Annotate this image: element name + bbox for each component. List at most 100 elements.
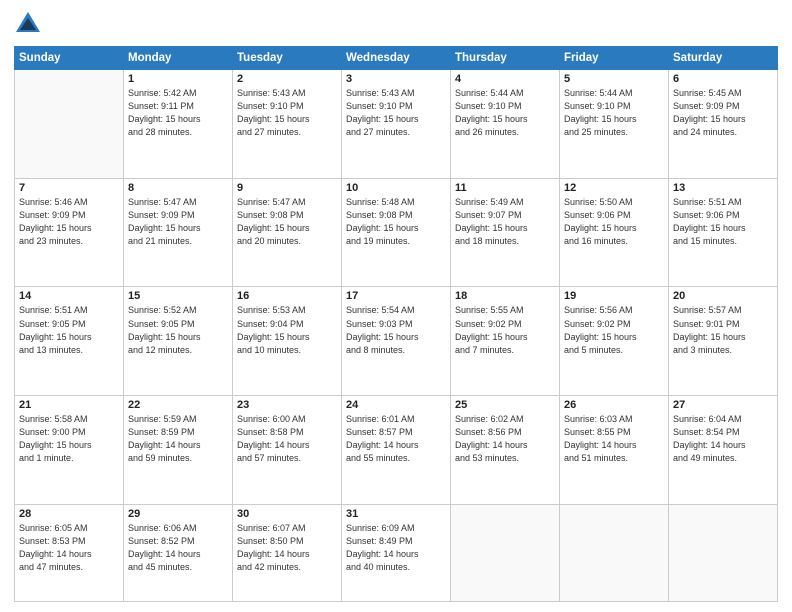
header-wednesday: Wednesday <box>342 47 451 70</box>
calendar-cell: 12 Sunrise: 5:50 AM Sunset: 9:06 PM Dayli… <box>560 178 669 287</box>
calendar-cell: 10Sunrise: 5:48 AM Sunset: 9:08 PM Dayli… <box>342 178 451 287</box>
day-number: 19 <box>564 290 664 302</box>
day-number: 1 <box>128 73 228 85</box>
calendar-cell <box>451 504 560 601</box>
calendar-cell: 4Sunrise: 5:44 AM Sunset: 9:10 PM Daylig… <box>451 70 560 179</box>
day-info: Sunrise: 5:57 AM Sunset: 9:01 PM Dayligh… <box>673 304 773 356</box>
calendar-cell: 19 Sunrise: 5:56 AM Sunset: 9:02 PM Dayli… <box>560 287 669 396</box>
day-info: Sunrise: 6:00 AM Sunset: 8:58 PM Dayligh… <box>237 413 337 465</box>
calendar-cell <box>669 504 778 601</box>
day-number: 17 <box>346 290 446 302</box>
calendar-cell: 11Sunrise: 5:49 AM Sunset: 9:07 PM Dayli… <box>451 178 560 287</box>
header-monday: Monday <box>124 47 233 70</box>
calendar-cell: 24 Sunrise: 6:01 AM Sunset: 8:57 PM Dayli… <box>342 396 451 505</box>
calendar-cell: 2 Sunrise: 5:43 AM Sunset: 9:10 PM Daylig… <box>233 70 342 179</box>
calendar-cell: 7 Sunrise: 5:46 AM Sunset: 9:09 PM Daylig… <box>15 178 124 287</box>
calendar-cell: 9 Sunrise: 5:47 AM Sunset: 9:08 PM Daylig… <box>233 178 342 287</box>
day-number: 9 <box>237 182 337 194</box>
calendar-cell: 28 Sunrise: 6:05 AM Sunset: 8:53 PM Dayli… <box>15 504 124 601</box>
calendar-cell: 14Sunrise: 5:51 AM Sunset: 9:05 PM Dayli… <box>15 287 124 396</box>
header-saturday: Saturday <box>669 47 778 70</box>
day-info: Sunrise: 5:47 AM Sunset: 9:09 PM Dayligh… <box>128 196 228 248</box>
day-number: 2 <box>237 73 337 85</box>
day-info: Sunrise: 6:04 AM Sunset: 8:54 PM Dayligh… <box>673 413 773 465</box>
day-info: Sunrise: 5:54 AM Sunset: 9:03 PM Dayligh… <box>346 304 446 356</box>
day-number: 5 <box>564 73 664 85</box>
day-info: Sunrise: 5:42 AM Sunset: 9:11 PM Dayligh… <box>128 87 228 139</box>
day-number: 24 <box>346 399 446 411</box>
header-tuesday: Tuesday <box>233 47 342 70</box>
day-info: Sunrise: 5:59 AM Sunset: 8:59 PM Dayligh… <box>128 413 228 465</box>
day-number: 4 <box>455 73 555 85</box>
calendar-cell: 1 Sunrise: 5:42 AM Sunset: 9:11 PM Daylig… <box>124 70 233 179</box>
calendar-cell: 6 Sunrise: 5:45 AM Sunset: 9:09 PM Daylig… <box>669 70 778 179</box>
day-number: 8 <box>128 182 228 194</box>
day-number: 25 <box>455 399 555 411</box>
day-number: 21 <box>19 399 119 411</box>
day-info: Sunrise: 6:07 AM Sunset: 8:50 PM Dayligh… <box>237 522 337 574</box>
calendar-cell: 3 Sunrise: 5:43 AM Sunset: 9:10 PM Daylig… <box>342 70 451 179</box>
day-info: Sunrise: 6:02 AM Sunset: 8:56 PM Dayligh… <box>455 413 555 465</box>
day-number: 3 <box>346 73 446 85</box>
calendar-cell: 5 Sunrise: 5:44 AM Sunset: 9:10 PM Daylig… <box>560 70 669 179</box>
logo <box>14 10 46 38</box>
day-number: 22 <box>128 399 228 411</box>
page: Sunday Monday Tuesday Wednesday Thursday… <box>0 0 792 612</box>
day-number: 15 <box>128 290 228 302</box>
day-info: Sunrise: 6:05 AM Sunset: 8:53 PM Dayligh… <box>19 522 119 574</box>
day-number: 18 <box>455 290 555 302</box>
day-info: Sunrise: 5:51 AM Sunset: 9:06 PM Dayligh… <box>673 196 773 248</box>
calendar-cell: 29Sunrise: 6:06 AM Sunset: 8:52 PM Dayli… <box>124 504 233 601</box>
day-number: 10 <box>346 182 446 194</box>
day-number: 16 <box>237 290 337 302</box>
day-info: Sunrise: 6:01 AM Sunset: 8:57 PM Dayligh… <box>346 413 446 465</box>
day-info: Sunrise: 5:50 AM Sunset: 9:06 PM Dayligh… <box>564 196 664 248</box>
header <box>14 10 778 38</box>
logo-icon <box>14 10 42 38</box>
day-info: Sunrise: 5:53 AM Sunset: 9:04 PM Dayligh… <box>237 304 337 356</box>
day-number: 23 <box>237 399 337 411</box>
calendar-cell: 17 Sunrise: 5:54 AM Sunset: 9:03 PM Dayli… <box>342 287 451 396</box>
day-info: Sunrise: 5:43 AM Sunset: 9:10 PM Dayligh… <box>237 87 337 139</box>
calendar-cell: 22 Sunrise: 5:59 AM Sunset: 8:59 PM Dayli… <box>124 396 233 505</box>
calendar-cell <box>15 70 124 179</box>
day-info: Sunrise: 5:47 AM Sunset: 9:08 PM Dayligh… <box>237 196 337 248</box>
day-info: Sunrise: 5:52 AM Sunset: 9:05 PM Dayligh… <box>128 304 228 356</box>
day-info: Sunrise: 5:45 AM Sunset: 9:09 PM Dayligh… <box>673 87 773 139</box>
day-info: Sunrise: 5:51 AM Sunset: 9:05 PM Dayligh… <box>19 304 119 356</box>
day-info: Sunrise: 6:03 AM Sunset: 8:55 PM Dayligh… <box>564 413 664 465</box>
day-number: 6 <box>673 73 773 85</box>
day-info: Sunrise: 5:44 AM Sunset: 9:10 PM Dayligh… <box>564 87 664 139</box>
day-number: 26 <box>564 399 664 411</box>
header-friday: Friday <box>560 47 669 70</box>
calendar-cell: 20 Sunrise: 5:57 AM Sunset: 9:01 PM Dayli… <box>669 287 778 396</box>
day-number: 7 <box>19 182 119 194</box>
day-info: Sunrise: 6:09 AM Sunset: 8:49 PM Dayligh… <box>346 522 446 574</box>
calendar-cell: 13 Sunrise: 5:51 AM Sunset: 9:06 PM Dayli… <box>669 178 778 287</box>
calendar-cell: 15 Sunrise: 5:52 AM Sunset: 9:05 PM Dayli… <box>124 287 233 396</box>
weekday-header-row: Sunday Monday Tuesday Wednesday Thursday… <box>15 47 778 70</box>
day-number: 13 <box>673 182 773 194</box>
day-info: Sunrise: 5:56 AM Sunset: 9:02 PM Dayligh… <box>564 304 664 356</box>
calendar-cell: 25 Sunrise: 6:02 AM Sunset: 8:56 PM Dayli… <box>451 396 560 505</box>
day-number: 11 <box>455 182 555 194</box>
day-info: Sunrise: 5:55 AM Sunset: 9:02 PM Dayligh… <box>455 304 555 356</box>
header-sunday: Sunday <box>15 47 124 70</box>
day-number: 12 <box>564 182 664 194</box>
calendar-cell: 16 Sunrise: 5:53 AM Sunset: 9:04 PM Dayli… <box>233 287 342 396</box>
calendar-cell: 8 Sunrise: 5:47 AM Sunset: 9:09 PM Daylig… <box>124 178 233 287</box>
calendar-cell: 21 Sunrise: 5:58 AM Sunset: 9:00 PM Dayli… <box>15 396 124 505</box>
day-info: Sunrise: 5:43 AM Sunset: 9:10 PM Dayligh… <box>346 87 446 139</box>
day-info: Sunrise: 5:58 AM Sunset: 9:00 PM Dayligh… <box>19 413 119 465</box>
day-number: 20 <box>673 290 773 302</box>
calendar-cell: 30 Sunrise: 6:07 AM Sunset: 8:50 PM Dayli… <box>233 504 342 601</box>
calendar-cell: 27 Sunrise: 6:04 AM Sunset: 8:54 PM Dayli… <box>669 396 778 505</box>
day-number: 28 <box>19 508 119 520</box>
calendar-cell: 23 Sunrise: 6:00 AM Sunset: 8:58 PM Dayli… <box>233 396 342 505</box>
header-thursday: Thursday <box>451 47 560 70</box>
calendar-table: Sunday Monday Tuesday Wednesday Thursday… <box>14 46 778 602</box>
day-number: 31 <box>346 508 446 520</box>
day-number: 30 <box>237 508 337 520</box>
day-info: Sunrise: 5:46 AM Sunset: 9:09 PM Dayligh… <box>19 196 119 248</box>
day-number: 27 <box>673 399 773 411</box>
